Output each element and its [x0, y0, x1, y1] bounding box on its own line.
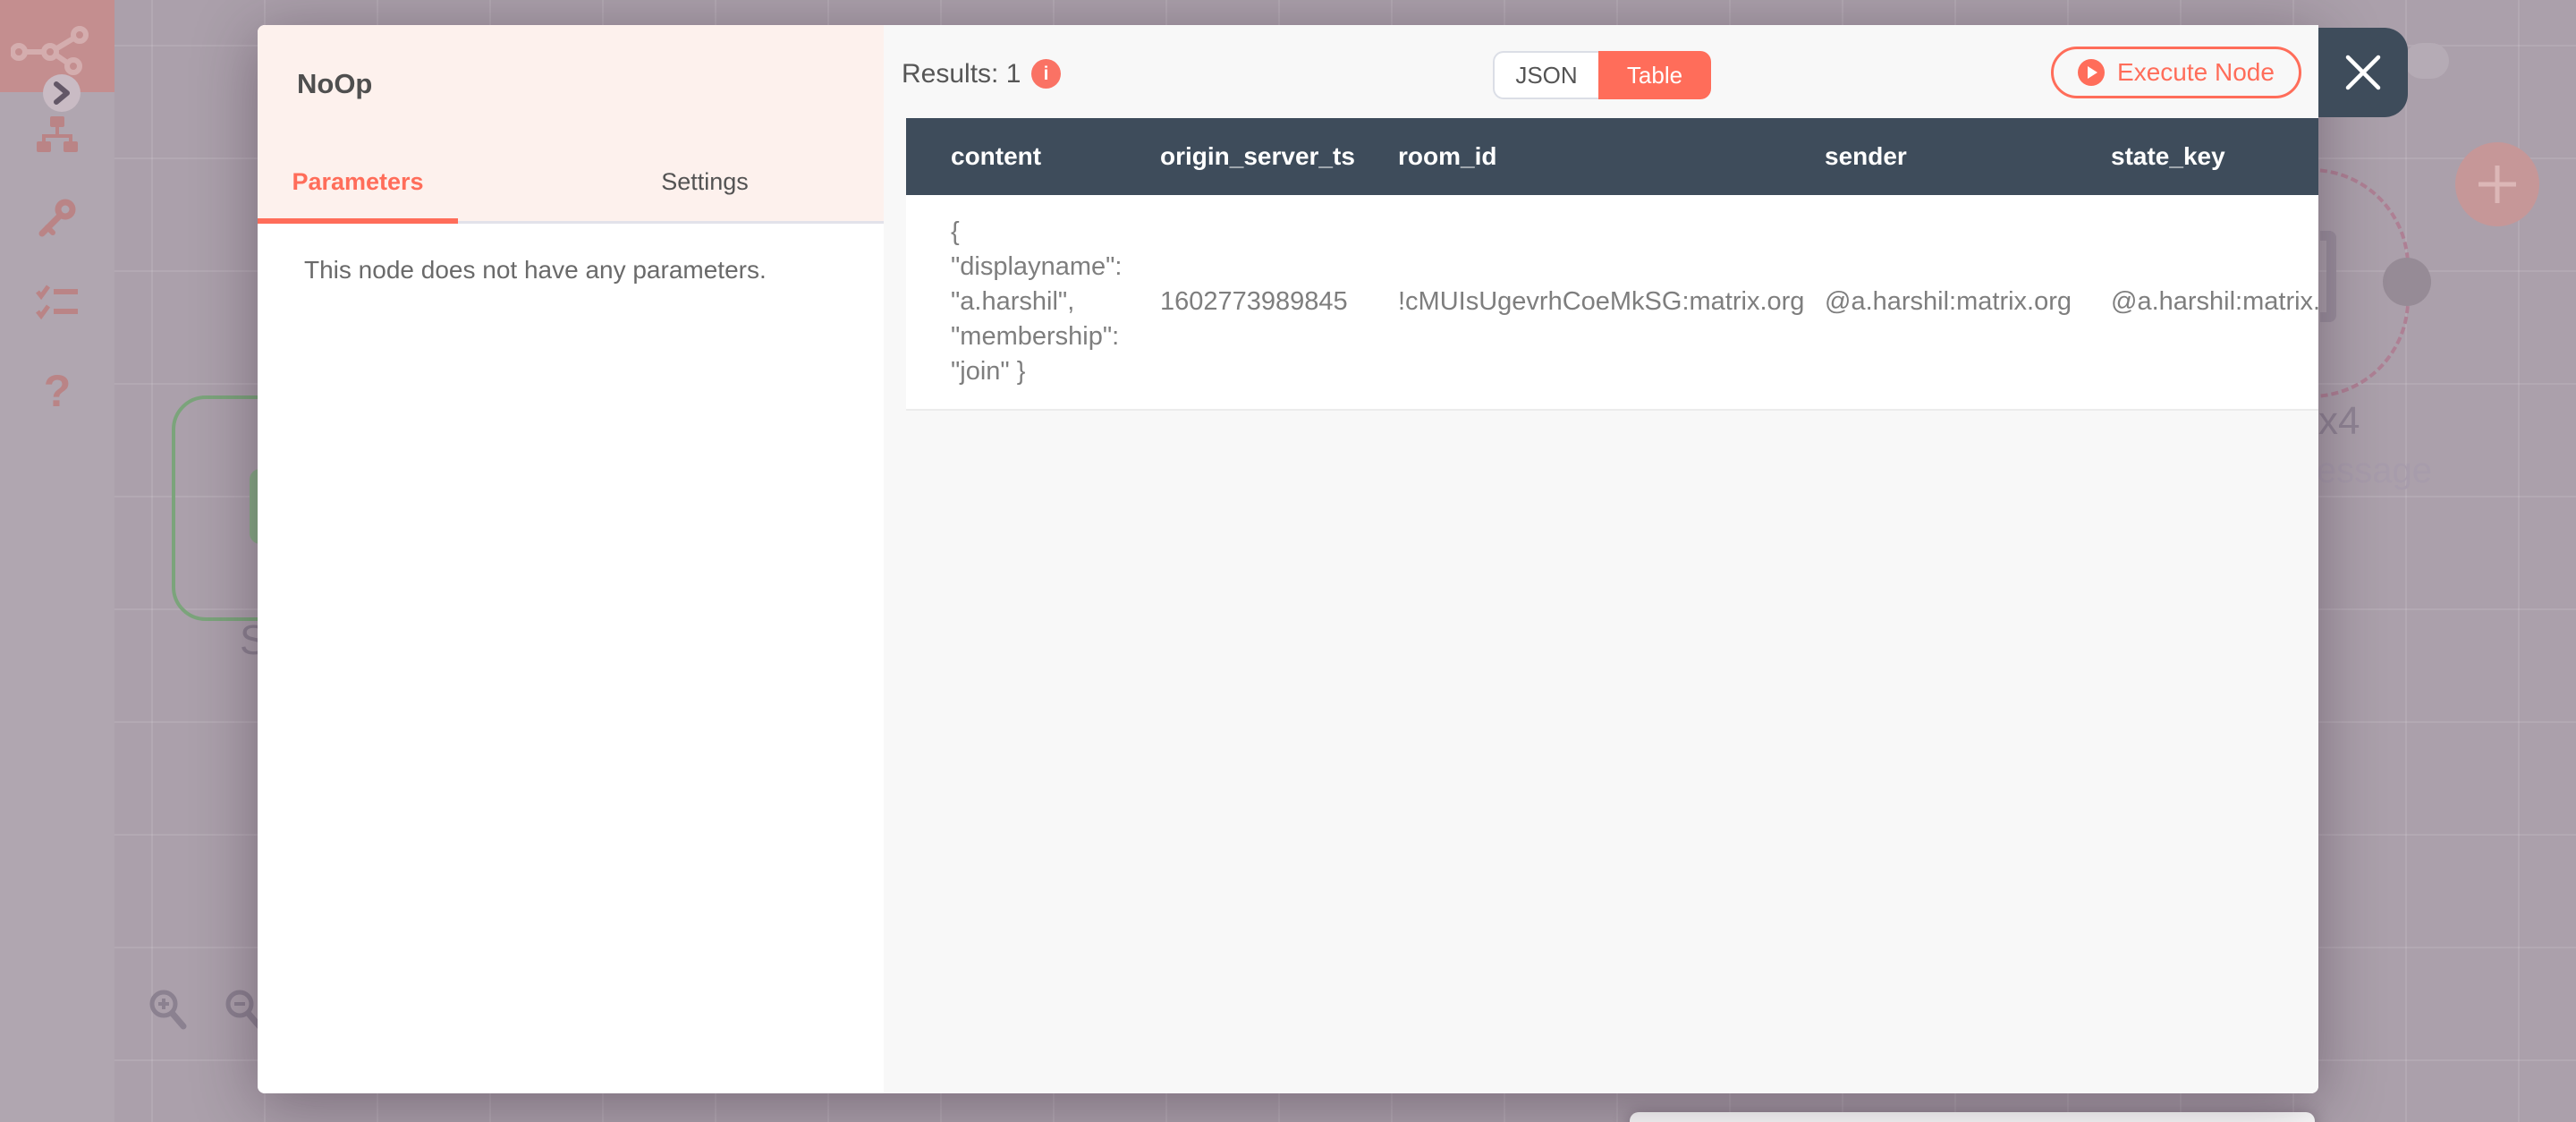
node-name-caption: x4 [2318, 399, 2360, 443]
sidebar-item-workflows[interactable] [0, 116, 114, 154]
close-x-icon [2345, 55, 2381, 90]
zoom-in-button[interactable] [147, 988, 188, 1033]
cell-sender: @a.harshil:matrix.org [1780, 195, 2072, 411]
table-header-row: content origin_server_ts room_id sender … [906, 118, 2318, 195]
toggle-table-button[interactable]: Table [1598, 51, 1711, 99]
column-header-origin-server-ts: origin_server_ts [1115, 118, 1355, 195]
cell-content: { "displayname": "a.harshil", "membershi… [906, 195, 1122, 411]
execute-node-button[interactable]: Execute Node [2051, 47, 2301, 98]
results-count-label: Results: 1 [902, 59, 1021, 89]
bottom-popup-panel [1630, 1112, 2315, 1122]
sidebar-collapse-button[interactable] [43, 74, 80, 112]
collapse-chevron-icon [54, 81, 70, 105]
info-icon[interactable]: i [1031, 59, 1061, 89]
plus-icon [2479, 166, 2516, 203]
node-details-modal: NoOp Parameters Settings This node does … [258, 25, 2318, 1093]
credentials-key-icon [38, 199, 76, 237]
column-header-content: content [906, 118, 1115, 195]
no-parameters-message: This node does not have any parameters. [304, 256, 767, 284]
zoom-in-icon [149, 990, 187, 1030]
tab-settings[interactable]: Settings [526, 168, 884, 196]
close-modal-button[interactable] [2318, 28, 2408, 117]
results-panel: Results: 1 i JSON Table Execute Node con… [884, 25, 2318, 1093]
node-bracket-icon [2320, 231, 2336, 322]
active-tab-underline [258, 218, 458, 224]
view-toggle: JSON Table [1493, 51, 1711, 99]
sidebar-item-executions[interactable] [0, 285, 114, 320]
table-row: { "displayname": "a.harshil", "membershi… [906, 195, 2318, 411]
panel-header: NoOp Parameters Settings [258, 25, 884, 224]
add-node-button[interactable] [2455, 142, 2539, 226]
play-icon [2078, 59, 2106, 86]
column-header-sender: sender [1780, 118, 2066, 195]
header-divider [458, 221, 884, 224]
cell-origin-server-ts: 1602773989845 [1115, 195, 1353, 411]
execute-node-label: Execute Node [2117, 58, 2275, 86]
app-sidebar: ? [0, 0, 114, 1122]
results-table: content origin_server_ts room_id sender … [906, 118, 2318, 411]
workflow-active-toggle[interactable] [2404, 43, 2449, 79]
app-screen: S x4 essage ? NoOp Parameters Settings T… [0, 0, 2576, 1122]
sidebar-item-help[interactable]: ? [0, 365, 114, 417]
toggle-json-button[interactable]: JSON [1493, 51, 1598, 99]
node-title: NoOp [297, 68, 373, 99]
help-question-icon: ? [43, 366, 72, 416]
node-settings-panel: NoOp Parameters Settings This node does … [258, 25, 884, 1093]
executions-list-icon [36, 285, 78, 320]
sidebar-item-credentials[interactable] [0, 199, 114, 238]
cell-room-id: !cMUIsUgevrhCoeMkSG:matrix.org [1353, 195, 1804, 411]
node-output-endpoint[interactable] [2383, 258, 2431, 306]
column-header-room-id: room_id [1353, 118, 1780, 195]
tab-parameters[interactable]: Parameters [258, 168, 458, 196]
node-subtitle-caption: essage [2317, 451, 2432, 490]
n8n-logo-icon [11, 26, 89, 75]
column-header-state-key: state_key [2066, 118, 2318, 195]
workflow-icon [37, 116, 78, 152]
cell-state-key: @a.harshil:matrix.org [2066, 195, 2318, 411]
